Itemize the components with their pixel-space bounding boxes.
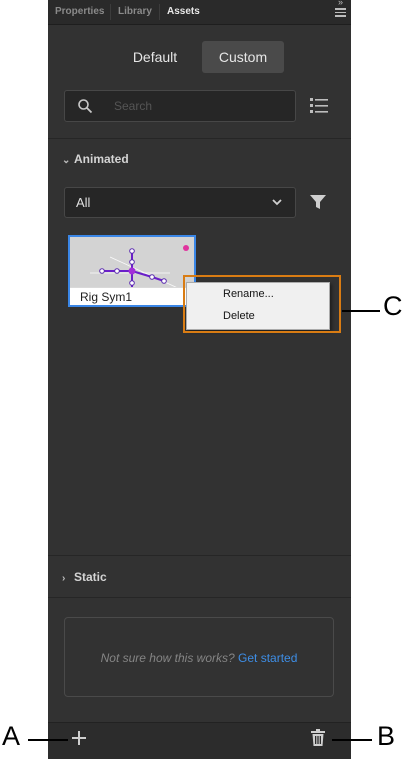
panel-menu-icon[interactable] bbox=[335, 8, 346, 17]
custom-tab-button[interactable]: Custom bbox=[202, 41, 284, 73]
asset-filter-dropdown[interactable]: All bbox=[64, 187, 296, 218]
default-tab-button[interactable]: Default bbox=[120, 41, 190, 73]
divider bbox=[48, 555, 351, 556]
chevron-down-icon bbox=[272, 199, 282, 206]
context-menu-highlight-box bbox=[183, 275, 341, 333]
help-question: Not sure how this works? bbox=[100, 651, 235, 665]
divider bbox=[48, 597, 351, 598]
list-view-icon[interactable] bbox=[310, 96, 328, 114]
search-field[interactable]: Search bbox=[64, 90, 296, 122]
chevron-right-icon: › bbox=[62, 573, 66, 584]
panel-footer bbox=[48, 722, 351, 759]
chevron-down-icon: ⌄ bbox=[62, 155, 71, 166]
get-started-link[interactable]: Get started bbox=[238, 651, 297, 665]
tab-library[interactable]: Library bbox=[118, 6, 152, 17]
static-section-title: Static bbox=[74, 570, 107, 584]
tab-properties[interactable]: Properties bbox=[55, 6, 104, 17]
asset-name-label: Rig Sym1 bbox=[70, 288, 194, 305]
panel-tab-bar: Properties Library Assets » bbox=[48, 0, 351, 25]
tab-separator bbox=[159, 4, 160, 20]
search-icon bbox=[78, 99, 93, 114]
trash-icon[interactable] bbox=[311, 729, 325, 746]
assets-panel: Properties Library Assets » Default Cust… bbox=[48, 0, 351, 759]
animated-section-title: Animated bbox=[74, 152, 129, 166]
dropdown-value: All bbox=[76, 195, 91, 210]
callout-c-line bbox=[342, 310, 380, 312]
asset-tile-rig-sym1[interactable]: Rig Sym1 bbox=[68, 235, 196, 307]
callout-b-label: B bbox=[377, 721, 396, 751]
search-placeholder: Search bbox=[114, 99, 153, 113]
tab-separator bbox=[110, 4, 111, 20]
callout-a-line bbox=[28, 739, 68, 741]
animated-section-header[interactable]: ⌄ Animated bbox=[62, 152, 129, 166]
divider bbox=[48, 138, 351, 139]
callout-a-label: A bbox=[2, 721, 21, 751]
asset-thumbnail bbox=[70, 237, 194, 290]
getting-started-box: Not sure how this works? Get started bbox=[64, 617, 334, 697]
help-text: Not sure how this works? Get started bbox=[65, 651, 333, 665]
callout-b-line bbox=[332, 739, 372, 741]
filter-icon[interactable] bbox=[310, 194, 326, 210]
static-section-header[interactable]: › Static bbox=[62, 570, 107, 584]
tab-assets[interactable]: Assets bbox=[167, 6, 200, 17]
add-icon[interactable] bbox=[72, 731, 86, 745]
collapse-panel-icon[interactable]: » bbox=[338, 0, 343, 7]
callout-c-label: C bbox=[383, 291, 403, 321]
